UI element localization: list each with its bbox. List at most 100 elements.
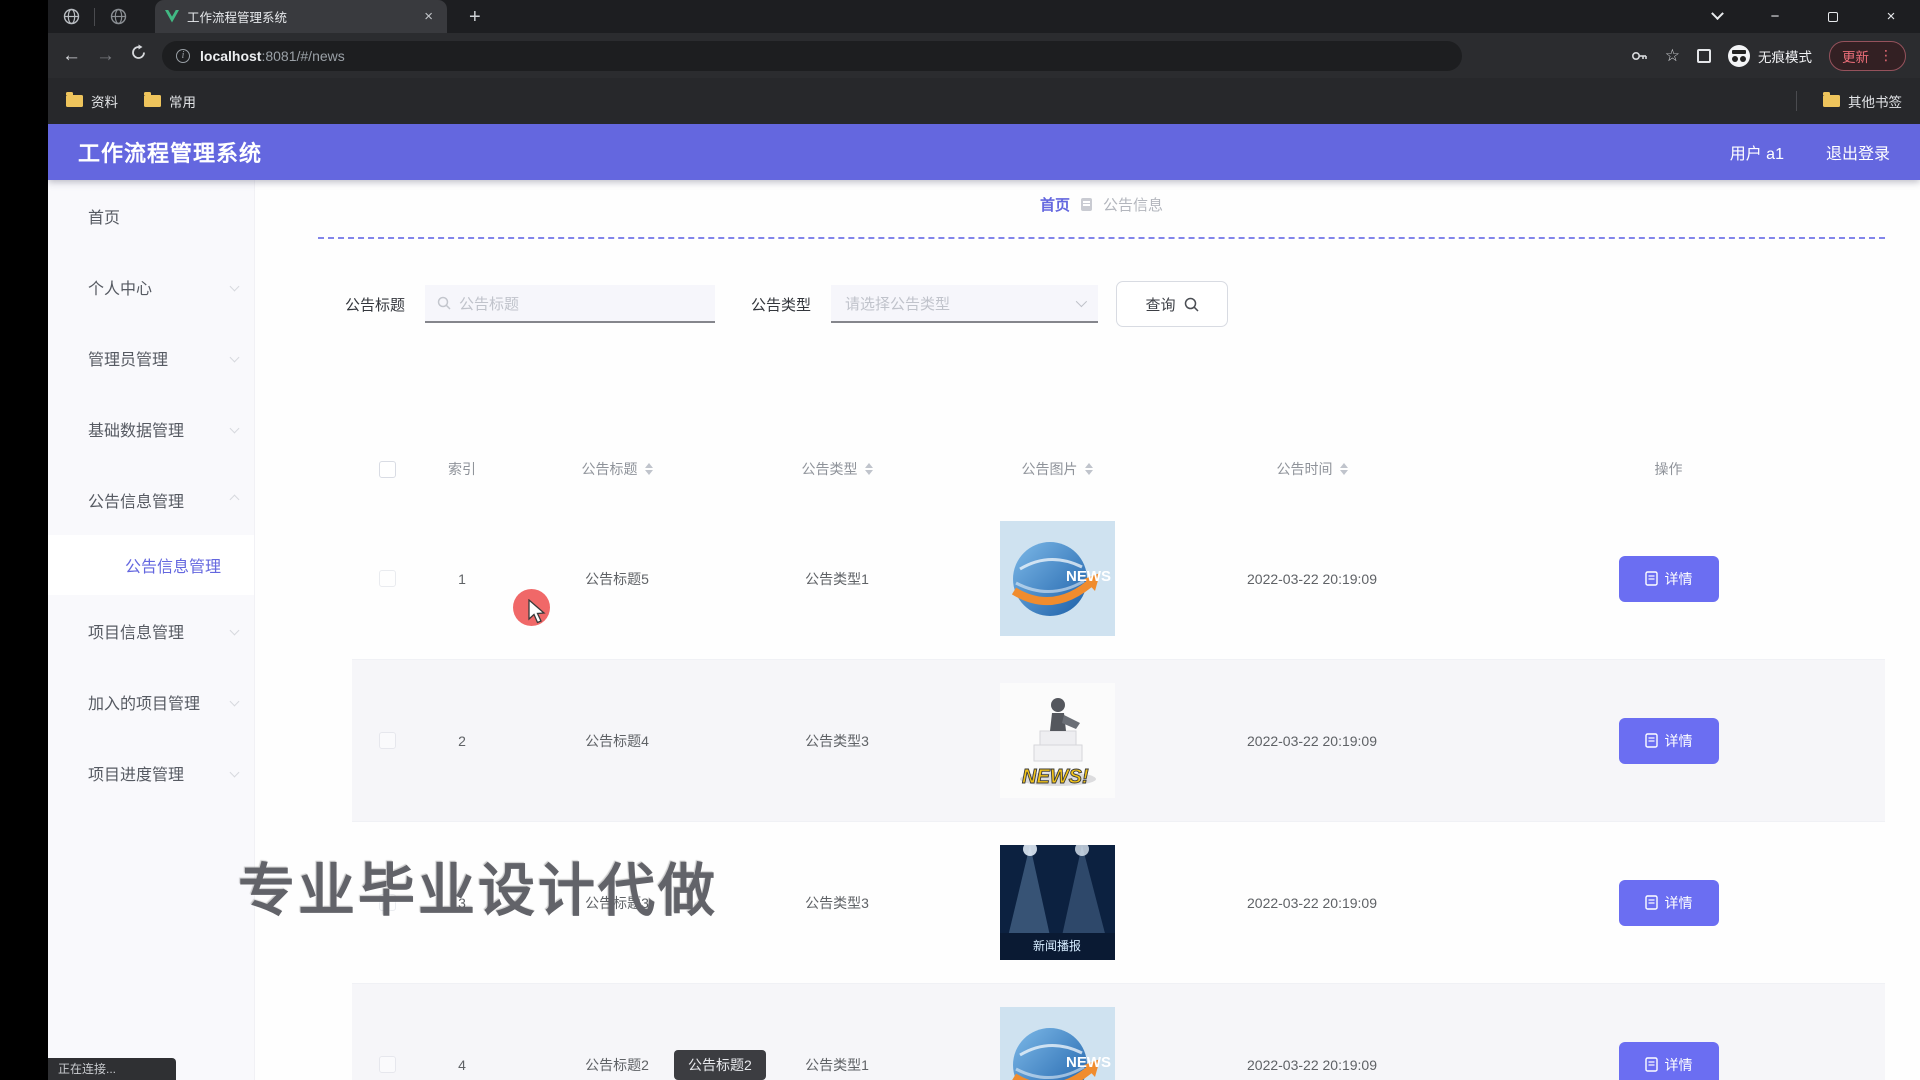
dashed-divider [318, 237, 1885, 239]
other-bookmarks[interactable]: 其他书签 [1823, 91, 1902, 111]
watermark-text: 专业毕业设计代做 [238, 845, 718, 927]
incognito-icon [1728, 45, 1750, 67]
document-icon [1645, 1057, 1658, 1072]
document-icon [1645, 733, 1658, 748]
column-header-action: 操作 [1655, 459, 1683, 479]
detail-button[interactable]: 详情 [1619, 556, 1719, 602]
chevron-up-icon [230, 495, 240, 505]
sidebar-item-project-info[interactable]: 项目信息管理 [48, 595, 254, 666]
sidebar-item-announcement[interactable]: 公告信息管理 [48, 464, 254, 535]
app-header: 工作流程管理系统 用户 a1 退出登录 [48, 124, 1920, 180]
row-checkbox[interactable] [379, 1056, 396, 1073]
incognito-indicator: 无痕模式 [1728, 45, 1812, 67]
image-caption: 新闻播报 [1032, 938, 1080, 953]
announcement-image: NEWS [1000, 521, 1115, 636]
sidebar-subitem-label: 公告信息管理 [125, 553, 221, 577]
column-header-image[interactable]: 公告图片 [1022, 459, 1093, 479]
chevron-down-icon [230, 353, 240, 363]
column-header-title[interactable]: 公告标题 [582, 459, 653, 479]
detail-button[interactable]: 详情 [1619, 1042, 1719, 1080]
image-news2-text: NEWS! [1022, 766, 1089, 788]
vue-logo-icon [165, 10, 179, 23]
detail-button[interactable]: 详情 [1619, 718, 1719, 764]
type-select[interactable]: 请选择公告类型 [831, 285, 1098, 323]
sidebar-item-joined-projects[interactable]: 加入的项目管理 [48, 666, 254, 737]
breadcrumb-separator-icon [1081, 198, 1092, 211]
column-header-time[interactable]: 公告时间 [1277, 459, 1348, 479]
search-icon [1184, 297, 1199, 312]
active-tab[interactable]: 工作流程管理系统 × [155, 0, 447, 33]
row-checkbox[interactable] [379, 732, 396, 749]
pinned-tab-1[interactable] [48, 0, 94, 33]
sidebar-item-project-progress[interactable]: 项目进度管理 [48, 737, 254, 808]
chevron-down-icon [1076, 296, 1087, 307]
breadcrumb-home[interactable]: 首页 [1040, 194, 1070, 215]
pinned-tab-2[interactable] [95, 0, 141, 33]
url-bar[interactable]: i localhost:8081/#/news [162, 41, 1462, 71]
sidebar-item-admin-management[interactable]: 管理员管理 [48, 322, 254, 393]
sidebar: 首页 个人中心 管理员管理 基础数据管理 公告信息管理 [48, 180, 255, 1080]
row-type: 公告类型1 [805, 1055, 869, 1075]
bookmark-folder-2[interactable]: 常用 [144, 91, 196, 111]
minimize-button[interactable]: − [1746, 0, 1804, 33]
forward-icon[interactable]: → [96, 45, 115, 67]
sort-icon[interactable] [1085, 463, 1093, 475]
close-button[interactable]: × [1862, 0, 1920, 33]
table-body: 1 公告标题5 公告类型1 NEWS 2022-03-22 20:19:09 [352, 498, 1885, 1080]
detail-button-label: 详情 [1665, 731, 1693, 751]
bookmark-star-icon[interactable]: ☆ [1665, 46, 1680, 66]
sort-icon[interactable] [865, 463, 873, 475]
sidebar-item-label: 基础数据管理 [88, 417, 184, 441]
address-bar: ← → i localhost:8081/#/news ☆ 无痕模式 [48, 33, 1920, 78]
row-type: 公告类型3 [805, 731, 869, 751]
tab-title: 工作流程管理系统 [187, 7, 412, 26]
search-button[interactable]: 查询 [1116, 281, 1228, 327]
tab-bar: 工作流程管理系统 × + − × [48, 0, 1920, 33]
logout-button[interactable]: 退出登录 [1826, 140, 1890, 164]
detail-button[interactable]: 详情 [1619, 880, 1719, 926]
back-icon[interactable]: ← [62, 45, 81, 67]
title-search-input[interactable]: 公告标题 [425, 285, 715, 323]
table-header: 索引 公告标题 公告类型 公告图片 公告时间 操作 [352, 450, 1885, 488]
row-index: 1 [458, 571, 466, 587]
url-host: localhost [200, 48, 261, 64]
title-input-placeholder: 公告标题 [459, 293, 519, 314]
bookmark-folder-1[interactable]: 资料 [66, 91, 118, 111]
row-title: 公告标题4 [585, 731, 649, 751]
column-header-type[interactable]: 公告类型 [802, 459, 873, 479]
bookmarks-divider [1796, 91, 1797, 111]
sidebar-item-label: 管理员管理 [88, 346, 168, 370]
news-globe-image: NEWS [1000, 1007, 1115, 1080]
chevron-down-icon [230, 768, 240, 778]
search-button-label: 查询 [1146, 294, 1176, 315]
info-icon[interactable]: i [176, 49, 190, 63]
side-panel-icon[interactable] [1697, 49, 1711, 63]
row-checkbox[interactable] [379, 570, 396, 587]
globe-icon [110, 8, 127, 25]
news-stage-image: 新闻播报 [1000, 845, 1115, 960]
detail-button-label: 详情 [1665, 893, 1693, 913]
chevron-down-icon [230, 282, 240, 292]
tab-search-button[interactable] [1688, 0, 1746, 33]
row-type: 公告类型1 [805, 569, 869, 589]
table-row: 1 公告标题5 公告类型1 NEWS 2022-03-22 20:19:09 [352, 498, 1885, 660]
update-label: 更新 [1842, 46, 1869, 66]
user-label[interactable]: 用户 a1 [1730, 140, 1784, 164]
update-button[interactable]: 更新 ⋮ [1829, 41, 1906, 71]
row-time: 2022-03-22 20:19:09 [1247, 733, 1377, 749]
sidebar-item-personal-center[interactable]: 个人中心 [48, 251, 254, 322]
sidebar-item-base-data[interactable]: 基础数据管理 [48, 393, 254, 464]
sort-icon[interactable] [1340, 463, 1348, 475]
sidebar-item-home[interactable]: 首页 [48, 180, 254, 251]
select-all-checkbox[interactable] [379, 461, 396, 478]
sidebar-subitem-announcement-active[interactable]: 公告信息管理 [48, 535, 254, 595]
column-header-index[interactable]: 索引 [448, 459, 476, 479]
reload-icon[interactable] [130, 44, 147, 67]
type-filter-label: 公告类型 [751, 294, 811, 315]
menu-kebab-icon[interactable]: ⋮ [1879, 47, 1893, 64]
tab-close-icon[interactable]: × [420, 7, 437, 26]
new-tab-button[interactable]: + [461, 6, 489, 33]
restore-button[interactable] [1804, 0, 1862, 33]
password-key-icon[interactable] [1630, 47, 1648, 65]
sort-icon[interactable] [645, 463, 653, 475]
